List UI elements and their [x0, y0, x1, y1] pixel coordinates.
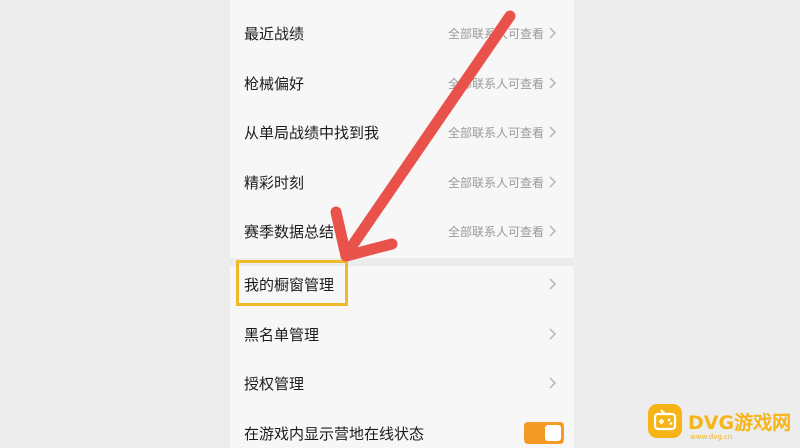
setting-show-online-status: 在游戏内显示营地在线状态	[230, 408, 574, 448]
setting-visibility-value: 全部联系人可查看	[447, 26, 544, 41]
setting-recent-record[interactable]: 最近战绩 全部联系人可查看	[230, 8, 574, 58]
chevron-right-icon	[549, 27, 557, 39]
screen: 最近战绩 全部联系人可查看 枪械偏好 全部联系人可查看 从单局战绩中找到我 全部…	[0, 0, 800, 448]
setting-highlights[interactable]: 精彩时刻 全部联系人可查看	[230, 157, 574, 207]
setting-visibility-value: 全部联系人可查看	[447, 224, 544, 239]
setting-season-summary[interactable]: 赛季数据总结 全部联系人可查看	[230, 206, 574, 256]
highlight-box	[236, 260, 348, 306]
gamepad-icon	[648, 404, 682, 438]
watermark-brand: DVG游戏网	[688, 411, 792, 434]
setting-label: 从单局战绩中找到我	[244, 123, 380, 142]
setting-visibility-value: 全部联系人可查看	[447, 125, 544, 140]
online-status-toggle[interactable]	[524, 422, 564, 444]
chevron-right-icon	[549, 77, 557, 89]
chevron-right-icon	[549, 328, 557, 340]
setting-label: 在游戏内显示营地在线状态	[244, 424, 425, 443]
setting-visibility-value: 全部联系人可查看	[447, 175, 544, 190]
setting-authorization-management[interactable]: 授权管理	[230, 358, 574, 408]
setting-weapon-preference[interactable]: 枪械偏好 全部联系人可查看	[230, 58, 574, 108]
chevron-right-icon	[549, 278, 557, 290]
setting-visibility-value: 全部联系人可查看	[447, 76, 544, 91]
chevron-right-icon	[549, 126, 557, 138]
setting-blacklist-management[interactable]: 黑名单管理	[230, 309, 574, 359]
watermark-domain: www.dvg.cn	[690, 433, 733, 441]
setting-label: 枪械偏好	[244, 74, 305, 93]
setting-label: 精彩时刻	[244, 173, 305, 192]
chevron-right-icon	[549, 377, 557, 389]
setting-find-me-in-match[interactable]: 从单局战绩中找到我 全部联系人可查看	[230, 107, 574, 157]
watermark-logo: DVG游戏网 www.dvg.cn	[648, 403, 792, 441]
chevron-right-icon	[549, 225, 557, 237]
setting-label: 最近战绩	[244, 24, 305, 43]
setting-label: 黑名单管理	[244, 325, 320, 344]
toggle-knob	[545, 425, 561, 441]
setting-label: 授权管理	[244, 374, 305, 393]
settings-panel: 最近战绩 全部联系人可查看 枪械偏好 全部联系人可查看 从单局战绩中找到我 全部…	[230, 0, 574, 448]
chevron-right-icon	[549, 176, 557, 188]
setting-label: 赛季数据总结	[244, 222, 335, 241]
